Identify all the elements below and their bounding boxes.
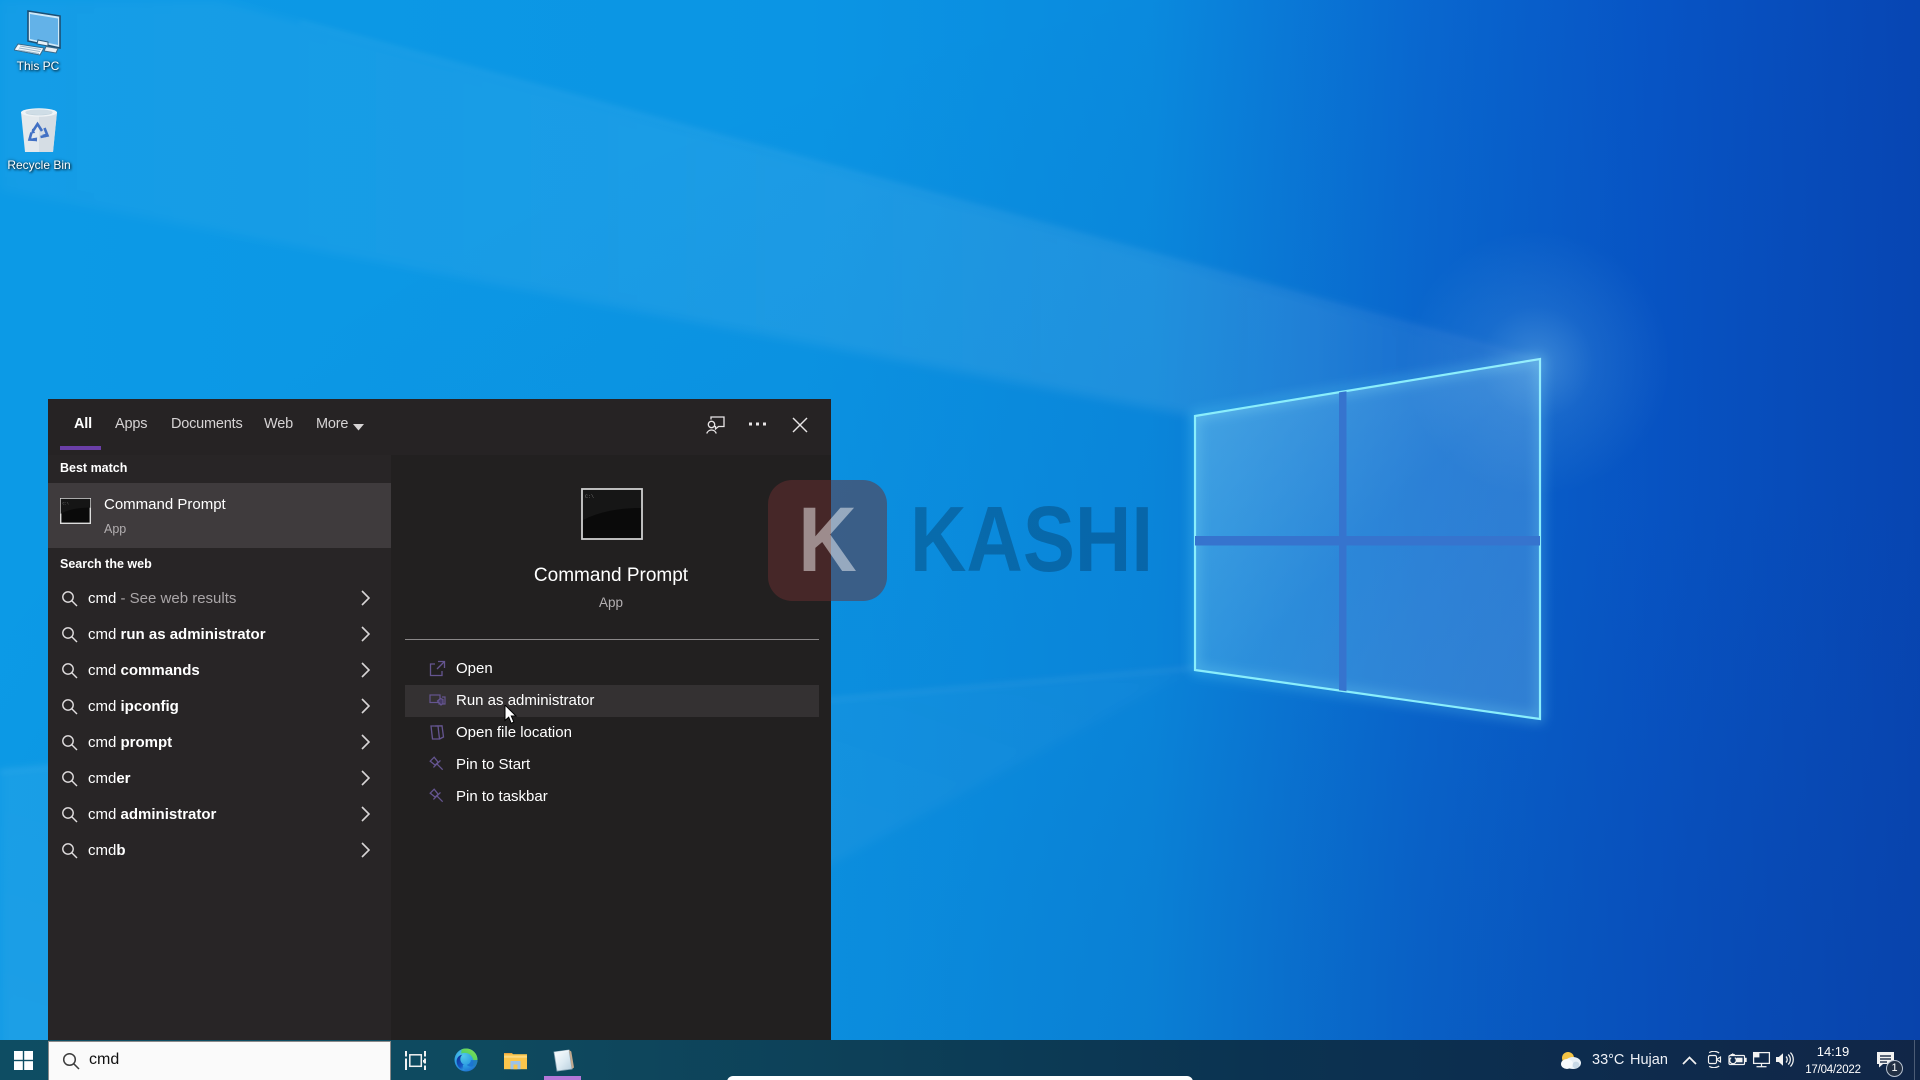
svg-text:C:\: C:\ [63, 502, 69, 507]
svg-text:C:\: C:\ [585, 494, 594, 500]
